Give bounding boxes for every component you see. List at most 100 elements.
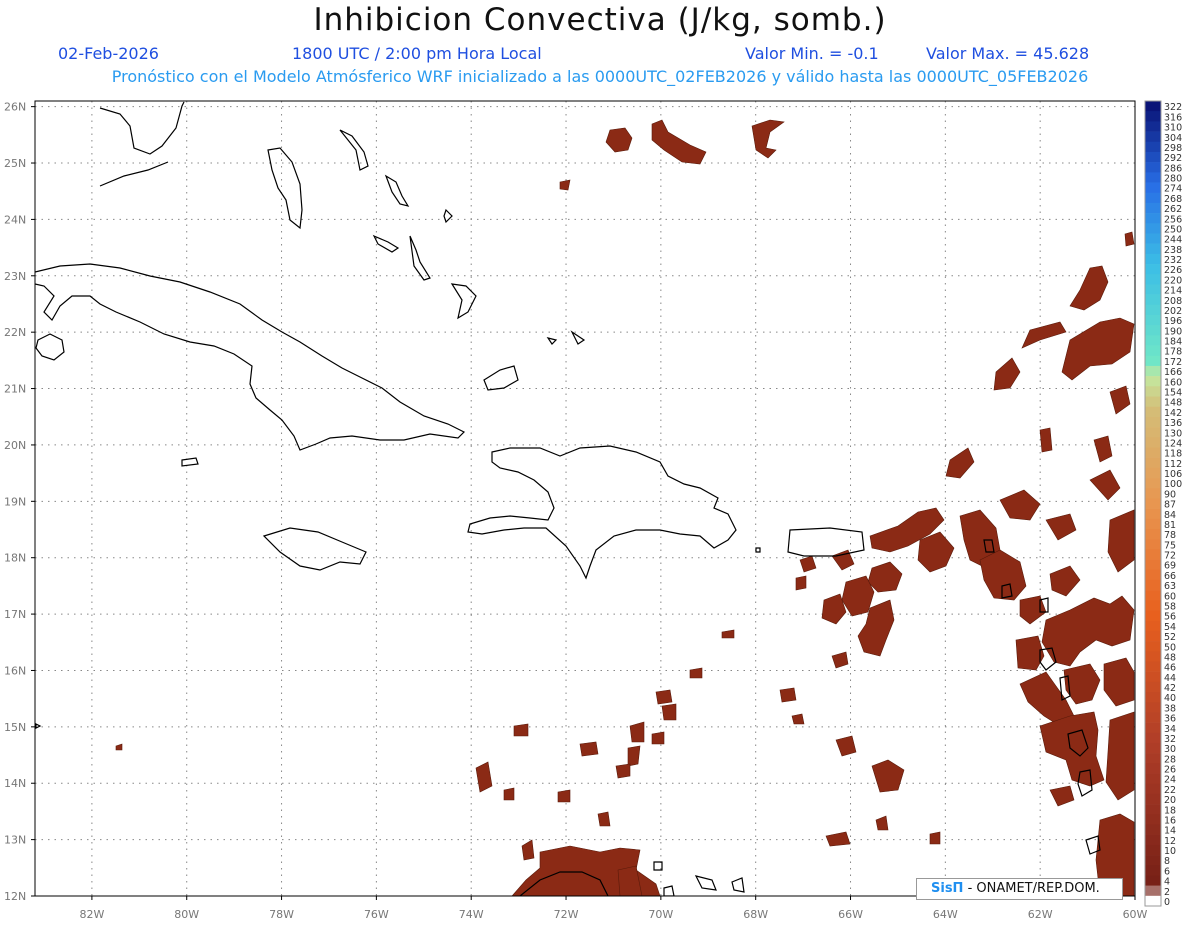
cin-area xyxy=(871,759,905,793)
cin-area xyxy=(503,787,515,801)
credit-box: SisΠ - ONAMET/REP.DOM. xyxy=(916,878,1123,900)
colorbar-swatch xyxy=(1145,579,1161,591)
lat-tick-label: 16N xyxy=(4,664,26,677)
cin-area xyxy=(627,745,641,767)
colorbar-swatch xyxy=(1145,447,1161,458)
cin-area xyxy=(1061,317,1135,381)
colorbar-swatch xyxy=(1145,824,1161,835)
cin-area xyxy=(617,865,643,896)
andros-coastline xyxy=(267,147,303,230)
cin-area xyxy=(605,127,633,153)
florida-coastline xyxy=(99,101,185,155)
colorbar-swatch xyxy=(1145,661,1161,672)
colorbar-swatch xyxy=(1145,427,1161,438)
colorbar-swatch xyxy=(1145,406,1161,418)
cin-area xyxy=(615,763,631,779)
colorbar-swatch xyxy=(1145,162,1161,173)
cin-area xyxy=(791,713,805,725)
puerto-rico-coastline xyxy=(787,527,865,557)
colorbar-swatch xyxy=(1145,121,1161,132)
colorbar-swatch xyxy=(1145,630,1161,642)
cin-area xyxy=(751,119,785,159)
lat-tick-label: 22N xyxy=(4,326,26,339)
cin-area xyxy=(929,831,941,845)
colorbar-swatch xyxy=(1145,223,1161,234)
cin-area xyxy=(629,721,645,743)
cin-area xyxy=(1105,711,1135,801)
colorbar-swatch xyxy=(1145,702,1161,713)
colorbar-swatch xyxy=(1145,620,1161,632)
lon-tick-label: 66W xyxy=(838,908,863,921)
colorbar-swatch xyxy=(1145,590,1161,601)
cin-area xyxy=(721,629,735,639)
colorbar-swatch xyxy=(1145,335,1161,346)
cin-area xyxy=(779,687,797,703)
cin-area xyxy=(1021,321,1067,349)
lat-tick-label: 24N xyxy=(4,213,26,226)
lat-tick-label: 26N xyxy=(4,101,26,114)
cin-area xyxy=(513,723,529,737)
colorbar-swatch xyxy=(1145,365,1161,377)
colorbar-swatch xyxy=(1145,488,1161,499)
colorbar-swatch xyxy=(1145,233,1161,244)
cin-area xyxy=(945,447,975,479)
colorbar-swatch xyxy=(1145,885,1161,897)
colorbar: 3223163103042982922862802742682622562502… xyxy=(1144,100,1182,908)
colorbar-swatch xyxy=(1145,753,1161,764)
cin-area xyxy=(1019,595,1047,625)
colorbar-swatch xyxy=(1145,814,1161,825)
lon-tick-label: 68W xyxy=(743,908,768,921)
colorbar-swatch xyxy=(1145,325,1161,336)
colorbar-swatch xyxy=(1145,437,1161,448)
colorbar-swatch xyxy=(1145,539,1161,550)
colorbar-swatch xyxy=(1145,671,1161,683)
cin-area xyxy=(1124,231,1135,247)
colorbar-swatch xyxy=(1145,528,1161,540)
colorbar-swatch xyxy=(1145,478,1161,489)
colorbar-swatch xyxy=(1145,804,1161,815)
colorbar-swatch xyxy=(1145,131,1161,143)
colorbar-swatch xyxy=(1145,498,1161,509)
colorbar-swatch xyxy=(1145,559,1161,571)
colorbar-swatch xyxy=(1145,141,1161,153)
credit-brand: SisΠ xyxy=(931,881,964,896)
lat-tick-label: 15N xyxy=(4,721,26,734)
colorbar-swatch xyxy=(1145,549,1161,560)
colorbar-swatch xyxy=(1145,712,1161,723)
lat-tick-label: 13N xyxy=(4,834,26,847)
colorbar-swatch xyxy=(1145,641,1161,652)
cin-area xyxy=(115,743,123,751)
cin-area xyxy=(1089,469,1121,501)
cin-area xyxy=(1103,657,1135,707)
cin-field-shading xyxy=(115,119,1135,896)
graticule-grid xyxy=(35,101,1136,897)
colorbar-swatch xyxy=(1145,314,1161,326)
colorbar-swatch xyxy=(1145,274,1161,285)
cin-area xyxy=(1041,595,1135,667)
cin-area xyxy=(875,815,889,831)
colorbar-swatch xyxy=(1145,793,1161,805)
colorbar-swatch xyxy=(1145,284,1161,295)
cin-area xyxy=(825,831,851,847)
cin-area xyxy=(655,689,673,705)
florida-keys xyxy=(99,161,169,187)
small-islands xyxy=(35,457,761,896)
lat-tick-label: 14N xyxy=(4,777,26,790)
colorbar-swatch xyxy=(1145,294,1161,306)
colorbar-swatch xyxy=(1145,457,1161,469)
colorbar-swatch xyxy=(1145,416,1161,428)
cin-area xyxy=(979,549,1027,601)
colorbar-swatch xyxy=(1145,875,1161,886)
colorbar-label: 0 xyxy=(1164,897,1170,908)
cin-area xyxy=(1069,265,1109,311)
colorbar-swatch xyxy=(1145,732,1161,744)
cin-area xyxy=(795,575,807,591)
colorbar-swatch xyxy=(1145,172,1161,183)
colorbar-swatch xyxy=(1145,855,1161,866)
colorbar-swatch xyxy=(1145,692,1161,703)
colorbar-swatch xyxy=(1145,192,1161,204)
colorbar-swatch xyxy=(1145,151,1161,163)
cin-area xyxy=(1049,565,1081,597)
lat-tick-label: 17N xyxy=(4,608,26,621)
colorbar-swatch xyxy=(1145,600,1161,611)
